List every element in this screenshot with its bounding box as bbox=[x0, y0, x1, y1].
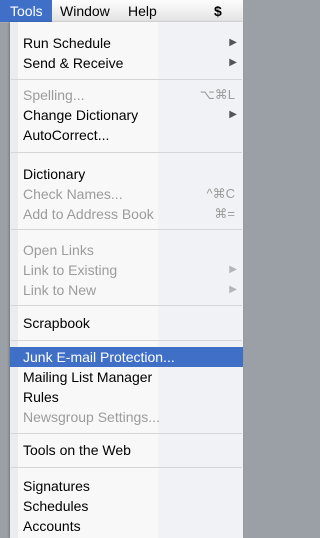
menu-item-rules[interactable]: Rules bbox=[10, 387, 243, 407]
menu-separator bbox=[11, 229, 242, 230]
menu-item-schedules[interactable]: Schedules bbox=[10, 496, 243, 516]
menu-item-send-receive[interactable]: Send & Receive ▶ bbox=[10, 53, 243, 73]
menu-item-accounts[interactable]: Accounts bbox=[10, 516, 243, 536]
menu-separator bbox=[11, 433, 242, 434]
menu-item-label: Change Dictionary bbox=[23, 107, 139, 123]
menu-item-label: Send & Receive bbox=[23, 55, 124, 71]
menu-item-label: Run Schedule bbox=[23, 35, 111, 51]
menu-item-label: Schedules bbox=[23, 498, 89, 514]
submenu-arrow-icon: ▶ bbox=[229, 37, 237, 48]
menu-item-label: Mailing List Manager bbox=[23, 369, 153, 385]
menu-item-label: Link to Existing bbox=[23, 262, 118, 278]
menu-item-open-links[interactable]: Open Links bbox=[10, 240, 243, 260]
menu-item-change-dictionary[interactable]: Change Dictionary ▶ bbox=[10, 105, 243, 125]
submenu-arrow-icon: ▶ bbox=[229, 284, 237, 295]
menubar-help[interactable]: Help bbox=[128, 0, 157, 22]
menu-item-dictionary[interactable]: Dictionary bbox=[10, 164, 243, 184]
menu-item-run-schedule[interactable]: Run Schedule ▶ bbox=[10, 33, 243, 53]
tools-menu: Run Schedule ▶ Send & Receive ▶ Spelling… bbox=[10, 22, 243, 538]
submenu-arrow-icon: ▶ bbox=[229, 109, 237, 120]
menu-item-signatures[interactable]: Signatures bbox=[10, 476, 243, 496]
menu-item-label: AutoCorrect... bbox=[23, 127, 110, 143]
menubar-window[interactable]: Window bbox=[60, 0, 110, 22]
menu-separator bbox=[11, 467, 242, 468]
menu-item-link-to-new[interactable]: Link to New ▶ bbox=[10, 280, 243, 300]
menubar-tools[interactable]: Tools bbox=[0, 0, 52, 22]
menu-item-label: Add to Address Book bbox=[23, 206, 154, 222]
menu-item-label: Junk E-mail Protection... bbox=[23, 349, 175, 365]
menu-item-autocorrect[interactable]: AutoCorrect... bbox=[10, 125, 243, 145]
menu-item-label: Newsgroup Settings... bbox=[23, 409, 160, 425]
menu-separator bbox=[11, 152, 242, 153]
menu-item-label: Signatures bbox=[23, 478, 90, 494]
script-menu-icon[interactable]: $ bbox=[214, 0, 222, 22]
menu-item-mailing-list-manager[interactable]: Mailing List Manager bbox=[10, 367, 243, 387]
submenu-arrow-icon: ▶ bbox=[229, 57, 237, 68]
menu-item-label: Rules bbox=[23, 389, 59, 405]
menu-item-label: Tools on the Web bbox=[23, 442, 131, 458]
menu-separator bbox=[11, 305, 242, 306]
menu-item-shortcut: ⌘= bbox=[214, 206, 235, 221]
menu-item-label: Scrapbook bbox=[23, 315, 90, 331]
menu-separator bbox=[11, 340, 242, 341]
submenu-arrow-icon: ▶ bbox=[229, 264, 237, 275]
menu-item-scrapbook[interactable]: Scrapbook bbox=[10, 313, 243, 333]
menu-separator bbox=[11, 79, 242, 80]
menu-item-link-to-existing[interactable]: Link to Existing ▶ bbox=[10, 260, 243, 280]
menu-item-spelling[interactable]: Spelling... ⌥⌘L bbox=[10, 85, 243, 105]
menu-item-newsgroup-settings[interactable]: Newsgroup Settings... bbox=[10, 407, 243, 427]
menu-item-junk-email-protection[interactable]: Junk E-mail Protection... bbox=[10, 347, 243, 367]
menu-item-label: Check Names... bbox=[23, 186, 123, 202]
menu-item-label: Accounts bbox=[23, 518, 81, 534]
menu-item-label: Spelling... bbox=[23, 87, 85, 103]
menu-item-tools-on-the-web[interactable]: Tools on the Web bbox=[10, 440, 243, 460]
menu-item-label: Link to New bbox=[23, 282, 97, 298]
menu-item-check-names[interactable]: Check Names... ^⌘C bbox=[10, 184, 243, 204]
menu-bar: Tools Window Help $ bbox=[0, 0, 243, 23]
menu-item-add-to-address-book[interactable]: Add to Address Book ⌘= bbox=[10, 204, 243, 224]
menu-item-label: Open Links bbox=[23, 242, 94, 258]
menu-item-shortcut: ⌥⌘L bbox=[199, 87, 235, 102]
menu-item-shortcut: ^⌘C bbox=[206, 186, 236, 201]
menu-item-label: Dictionary bbox=[23, 166, 86, 182]
